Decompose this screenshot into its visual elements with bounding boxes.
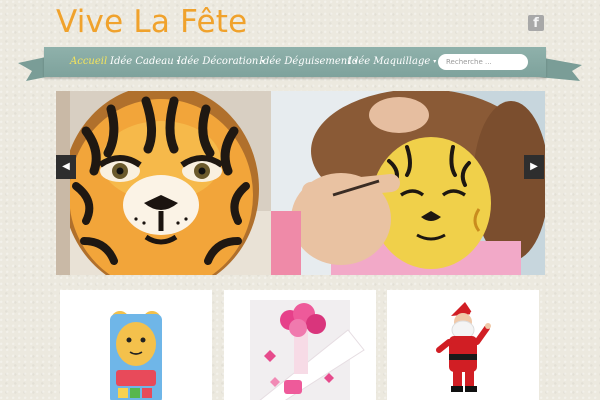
nav-item-idee-maquillage[interactable]: Idée Maquillage ▾ xyxy=(348,56,436,67)
product-image-table-decoration xyxy=(224,290,376,400)
nav-label: Idée Décoration xyxy=(177,56,259,67)
chevron-down-icon: ▾ xyxy=(433,58,437,65)
nav-item-idee-decoration[interactable]: Idée Décoration ▾ xyxy=(177,56,264,67)
product-card-face-paint-kit[interactable] xyxy=(60,290,212,400)
nav-item-idee-cadeau[interactable]: Idée Cadeau ▾ xyxy=(110,56,180,67)
prev-arrow-icon[interactable]: ◀ xyxy=(56,155,76,179)
nav-label: Idée Cadeau xyxy=(110,56,174,67)
search-input[interactable] xyxy=(438,54,528,70)
nav-label: Idée Maquillage xyxy=(348,56,431,67)
site-title[interactable]: Vive La Fête xyxy=(56,4,247,40)
image-slider[interactable] xyxy=(56,91,545,275)
facebook-icon[interactable]: f xyxy=(528,15,544,31)
product-image-face-paint-kit xyxy=(60,290,212,400)
nav-item-accueil[interactable]: Accueil xyxy=(70,56,107,67)
ribbon-tail-left xyxy=(18,57,46,81)
nav-label: Idée Déguisement xyxy=(259,56,352,67)
product-card-santa-costume[interactable] xyxy=(387,290,539,400)
main-nav: Accueil Idée Cadeau ▾ Idée Décoration ▾ Id… xyxy=(44,47,546,77)
slide-image-tiger xyxy=(56,91,271,275)
next-arrow-icon[interactable]: ▶ xyxy=(524,155,544,179)
nav-item-idee-deguisement[interactable]: Idée Déguisement ▾ xyxy=(259,56,357,67)
product-card-table-decoration[interactable] xyxy=(224,290,376,400)
product-image-santa-costume xyxy=(387,290,539,400)
slide-image-face-painting xyxy=(271,91,545,275)
nav-label: Accueil xyxy=(70,56,108,67)
